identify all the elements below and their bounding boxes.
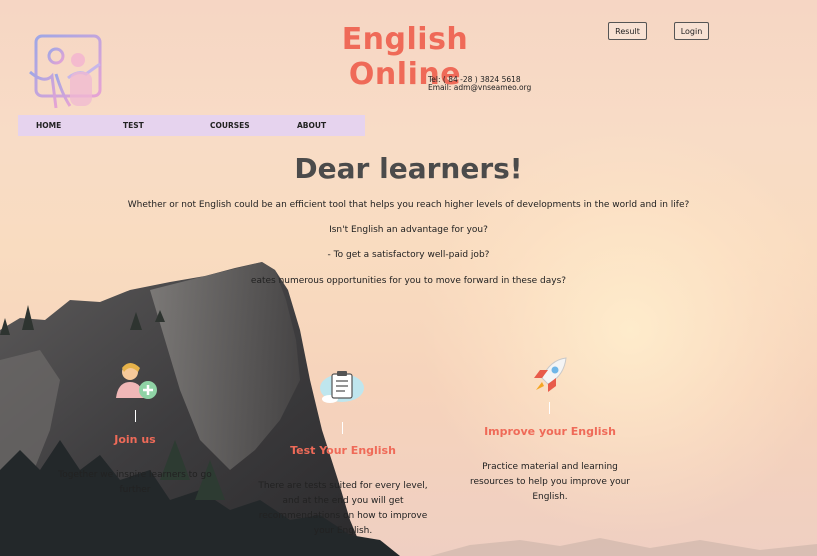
hero-line-4: eates numerous opportunities for you to … — [250, 276, 567, 286]
rocket-icon — [534, 357, 567, 392]
clipboard-test-icon — [320, 371, 364, 403]
feature-title-improve[interactable]: Improve your English — [470, 425, 630, 438]
hero-line-2: Isn't English an advantage for you? — [329, 225, 488, 235]
contact-email: Email: adm@vnseameo.org — [428, 83, 532, 92]
nav-item-test[interactable]: TEST — [123, 121, 144, 130]
add-user-icon — [116, 363, 157, 399]
contact-info: Tel: ( 84 -28 ) 3824 5618 Email: adm@vns… — [428, 76, 531, 92]
main-nav: HOME TEST COURSES ABOUT — [18, 115, 365, 136]
login-button[interactable]: Login — [674, 22, 709, 40]
site-logo[interactable] — [26, 34, 114, 112]
feature-divider-1 — [135, 410, 136, 422]
nav-item-about[interactable]: ABOUT — [297, 121, 326, 130]
nav-item-courses[interactable]: COURSES — [210, 121, 250, 130]
feature-divider-3 — [549, 402, 550, 414]
hero-line-1: Whether or not English could be an effic… — [127, 200, 690, 210]
feature-text-test: There are tests suited for every level, … — [258, 481, 428, 536]
result-button[interactable]: Result — [608, 22, 647, 40]
feature-title-test[interactable]: Test Your English — [268, 444, 418, 457]
hero-line-3: - To get a satisfactory well-paid job? — [327, 250, 490, 260]
feature-text-improve: Practice material and learning resources… — [469, 462, 631, 502]
feature-divider-2 — [342, 422, 343, 434]
hero-title: Dear learners! — [294, 152, 523, 185]
nav-item-home[interactable]: HOME — [36, 121, 61, 130]
feature-title-join[interactable]: Join us — [60, 433, 210, 446]
feature-text-join: Together we inspire learners to go furth… — [58, 470, 212, 495]
